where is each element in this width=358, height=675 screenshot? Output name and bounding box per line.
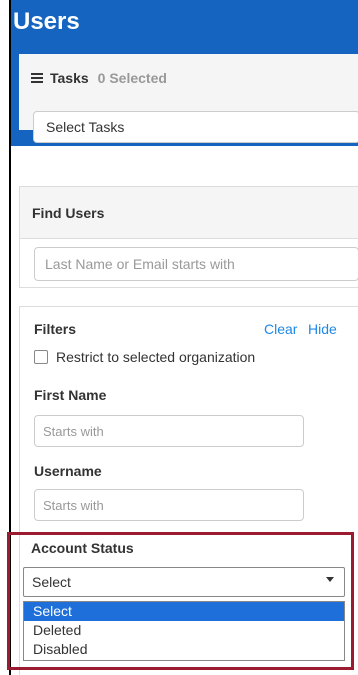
hide-filters-link[interactable]: Hide xyxy=(308,321,337,337)
option-select[interactable]: Select xyxy=(24,602,344,621)
option-disabled[interactable]: Disabled xyxy=(24,640,344,659)
account-status-label: Account Status xyxy=(31,540,134,556)
caret-down-icon xyxy=(326,577,334,582)
account-status-value: Select xyxy=(32,574,71,590)
find-users-title: Find Users xyxy=(20,187,358,239)
find-users-search-input[interactable]: Last Name or Email starts with xyxy=(34,247,358,281)
first-name-label: First Name xyxy=(34,387,107,403)
tasks-row: Tasks 0 Selected xyxy=(31,70,167,86)
select-tasks-dropdown[interactable]: Select Tasks xyxy=(33,111,358,143)
first-name-input[interactable]: Starts with xyxy=(34,415,304,447)
find-users-panel: Find Users Last Name or Email starts wit… xyxy=(19,186,358,288)
page-title: Users xyxy=(13,8,80,35)
restrict-organization-checkbox[interactable] xyxy=(34,350,48,364)
username-input[interactable]: Starts with xyxy=(34,489,304,521)
tasks-selected-count: 0 Selected xyxy=(97,70,167,86)
username-label: Username xyxy=(34,463,102,479)
users-header: Users Tasks 0 Selected Select Tasks xyxy=(11,0,358,146)
list-icon xyxy=(31,73,43,83)
restrict-organization-row[interactable]: Restrict to selected organization xyxy=(34,349,255,365)
filters-title: Filters xyxy=(34,321,77,337)
account-status-select[interactable]: Select xyxy=(23,567,345,597)
restrict-organization-label: Restrict to selected organization xyxy=(56,349,256,365)
account-status-options: Select Deleted Disabled xyxy=(23,601,345,661)
tasks-panel: Tasks 0 Selected Select Tasks xyxy=(19,54,358,143)
tasks-label: Tasks xyxy=(50,70,89,86)
clear-filters-link[interactable]: Clear xyxy=(264,321,297,337)
option-deleted[interactable]: Deleted xyxy=(24,621,344,640)
